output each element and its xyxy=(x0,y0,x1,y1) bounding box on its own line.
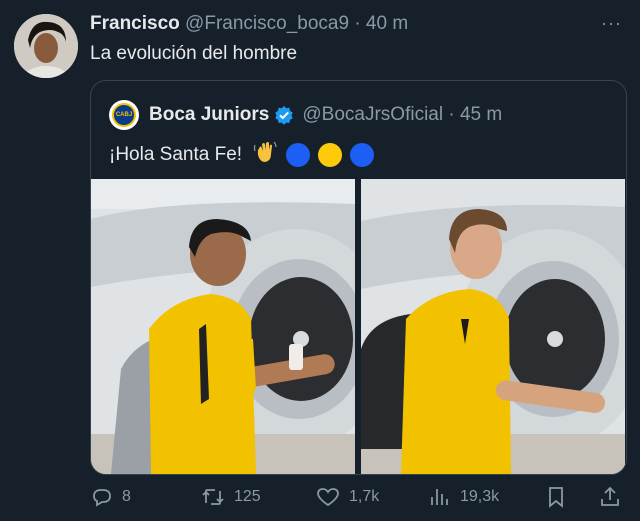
like-count: 1,7k xyxy=(349,488,380,505)
photo-right[interactable] xyxy=(361,179,625,474)
quoted-tweet[interactable]: CABJ Boca Juniors @BocaJrsOficial · 45 m… xyxy=(90,80,627,475)
views-count: 19,3k xyxy=(460,488,500,505)
action-bar: 8 125 1,7k 19,3k xyxy=(90,482,625,512)
tweet-time[interactable]: 40 m xyxy=(366,13,408,34)
like-button[interactable]: 1,7k xyxy=(315,482,379,512)
player-photo-right xyxy=(361,179,625,474)
retweet-count: 125 xyxy=(234,488,261,505)
heart-icon xyxy=(317,488,339,507)
blue-circle-icon xyxy=(350,143,375,167)
bookmark-button[interactable] xyxy=(545,482,575,512)
blue-circle-icon xyxy=(286,143,311,167)
quoted-separator: · xyxy=(448,104,455,125)
avatar-photo xyxy=(14,14,78,78)
bookmark-icon xyxy=(549,487,563,508)
quoted-text: ¡Hola Santa Fe! xyxy=(109,144,243,165)
avatar[interactable] xyxy=(14,14,78,78)
tweet-text: La evolución del hombre xyxy=(90,43,298,64)
author-handle[interactable]: @Francisco_boca9 xyxy=(185,13,349,34)
tweet-header: Francisco @Francisco_boca9 · 40 m xyxy=(90,13,408,35)
reply-icon xyxy=(93,489,111,507)
quoted-header: CABJ Boca Juniors @BocaJrsOficial · 45 m xyxy=(109,100,502,130)
share-button[interactable] xyxy=(598,482,630,512)
boca-logo-text: CABJ xyxy=(112,103,136,127)
retweet-icon xyxy=(202,489,224,505)
views-icon xyxy=(431,489,448,505)
quoted-author-handle[interactable]: @BocaJrsOficial xyxy=(302,104,443,126)
quoted-time[interactable]: 45 m xyxy=(460,104,502,126)
reply-count: 8 xyxy=(122,488,131,505)
yellow-circle-icon xyxy=(318,143,343,167)
author-name[interactable]: Francisco xyxy=(90,13,180,34)
separator-dot: · xyxy=(354,13,361,34)
quoted-text-row: ¡Hola Santa Fe! xyxy=(109,139,375,171)
quoted-author-name[interactable]: Boca Juniors xyxy=(149,104,269,126)
boca-logo-icon[interactable]: CABJ xyxy=(109,100,139,130)
views-button[interactable]: 19,3k xyxy=(428,482,499,512)
player-photo-left xyxy=(91,179,355,474)
waving-hand-icon xyxy=(252,139,278,171)
verified-badge-icon xyxy=(274,105,294,125)
reply-button[interactable]: 8 xyxy=(90,482,131,512)
share-icon xyxy=(601,486,619,506)
more-options-icon[interactable]: ··· xyxy=(601,14,622,32)
photo-left[interactable] xyxy=(91,179,355,474)
retweet-button[interactable]: 125 xyxy=(200,482,261,512)
